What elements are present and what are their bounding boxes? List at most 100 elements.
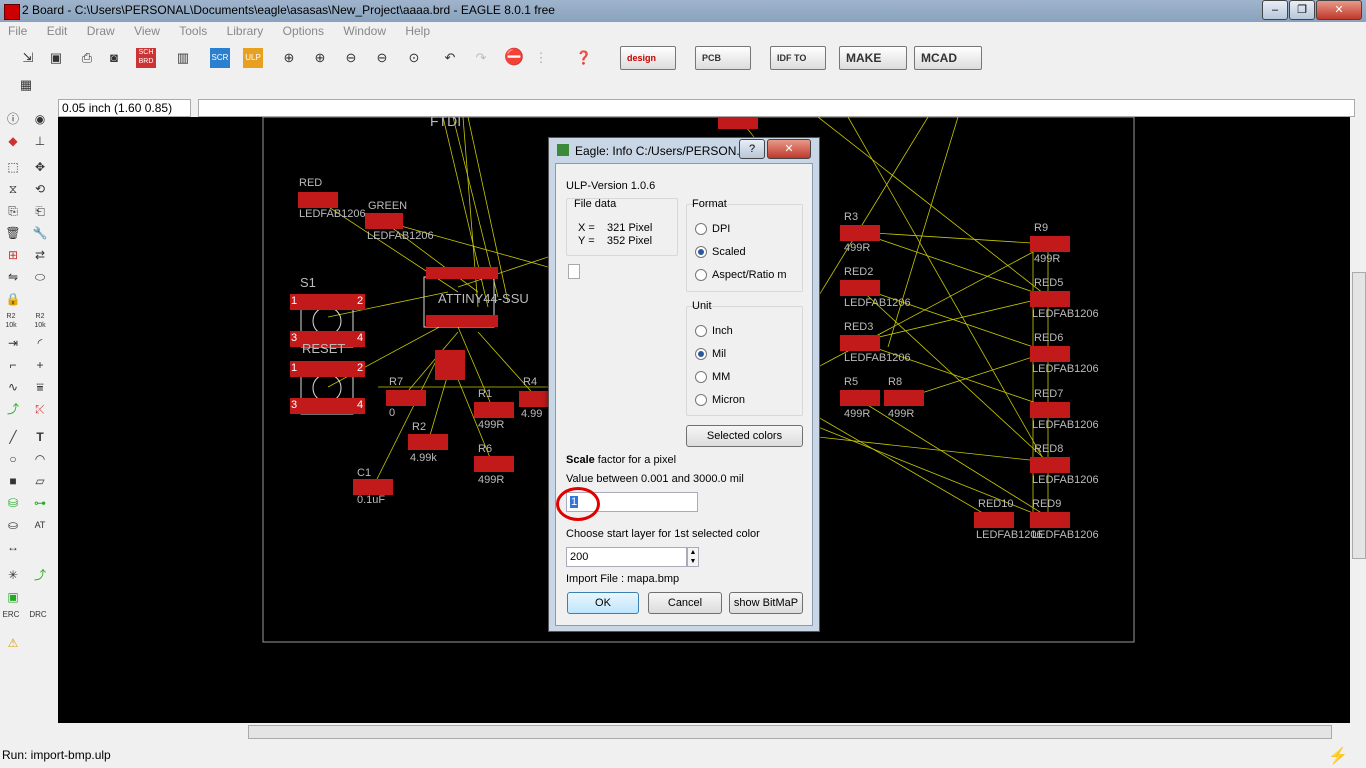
- rectangle-icon[interactable]: ■: [4, 472, 22, 490]
- ok-button[interactable]: OK: [567, 592, 639, 614]
- show-bitmap-button[interactable]: show BitMaP: [729, 592, 803, 614]
- menu-help[interactable]: Help: [397, 22, 438, 38]
- delete-icon[interactable]: 🗑: [4, 224, 22, 242]
- paste-icon[interactable]: ⎗: [31, 202, 49, 220]
- wrench-icon[interactable]: 🔧: [31, 224, 49, 242]
- horizontal-scrollbar[interactable]: [58, 723, 1350, 740]
- autorouter-icon[interactable]: ⤴: [31, 566, 49, 584]
- rotate-icon[interactable]: ⟲: [31, 180, 49, 198]
- layers-icon[interactable]: ◆: [4, 132, 22, 150]
- unit-inch-radio[interactable]: [695, 325, 707, 337]
- dialog-help-button[interactable]: ?: [739, 139, 765, 159]
- grid-icon[interactable]: ▦: [16, 75, 36, 95]
- pcb-quote-button[interactable]: PCB QUOTE: [695, 46, 751, 85]
- start-layer-spinner[interactable]: ▲ ▼: [687, 547, 699, 567]
- route-icon[interactable]: ⤴: [4, 400, 22, 418]
- menu-draw[interactable]: Draw: [79, 22, 123, 38]
- cam-icon[interactable]: ◙: [104, 48, 124, 68]
- lock-icon[interactable]: 🔒: [4, 290, 22, 308]
- info-icon[interactable]: ⓘ: [4, 110, 22, 128]
- meander-icon[interactable]: ∿: [4, 378, 22, 396]
- menu-tools[interactable]: Tools: [171, 22, 215, 38]
- mirror-icon[interactable]: ⧖: [4, 180, 22, 198]
- dimension-icon[interactable]: ↔: [4, 538, 22, 556]
- swap-icon[interactable]: ⇋: [4, 268, 22, 286]
- signal-icon[interactable]: ⊶: [31, 494, 49, 512]
- mark-icon[interactable]: ⊥: [31, 132, 49, 150]
- warning-icon[interactable]: ⚠: [4, 634, 22, 652]
- ulp-button[interactable]: ULP: [243, 48, 263, 68]
- save-icon[interactable]: ▣: [46, 48, 66, 68]
- copy-icon[interactable]: ⎘: [4, 202, 22, 220]
- format-dpi-radio[interactable]: [695, 223, 707, 235]
- start-layer-input[interactable]: 200: [566, 547, 687, 567]
- layout-icon[interactable]: ▣: [4, 588, 22, 606]
- hole-icon[interactable]: ⛀: [4, 516, 22, 534]
- name-tool[interactable]: R2 10k: [2, 312, 20, 330]
- library-icon[interactable]: ▥: [173, 48, 193, 68]
- unit-micron-radio[interactable]: [695, 394, 707, 406]
- optimize-icon[interactable]: +: [31, 356, 49, 374]
- smash-icon[interactable]: ⬭: [31, 268, 49, 286]
- menu-library[interactable]: Library: [219, 22, 272, 38]
- select-icon[interactable]: ⬚: [4, 158, 22, 176]
- command-line-input[interactable]: [198, 99, 1355, 117]
- line-icon[interactable]: ╱: [4, 428, 22, 446]
- selected-colors-button[interactable]: Selected colors: [686, 425, 803, 447]
- attribute-icon[interactable]: AT: [31, 516, 49, 534]
- print-icon[interactable]: ⎙: [77, 48, 97, 68]
- horizontal-scroll-thumb[interactable]: [248, 725, 1332, 739]
- zoom-redraw-icon[interactable]: ⊖: [372, 48, 392, 68]
- zoom-out-icon[interactable]: ⊖: [341, 48, 361, 68]
- menu-edit[interactable]: Edit: [39, 22, 76, 38]
- sch-brd-button[interactable]: SCH BRD: [136, 48, 156, 68]
- go-icon[interactable]: ⋮: [531, 48, 551, 68]
- align-icon[interactable]: ⩸: [31, 378, 49, 396]
- polygon-icon[interactable]: ▱: [31, 472, 49, 490]
- minimize-button[interactable]: –: [1262, 0, 1288, 20]
- menu-file[interactable]: File: [0, 22, 35, 38]
- idf-to-3d-button[interactable]: IDF TO 3D: [770, 46, 826, 85]
- via-icon[interactable]: ⛁: [4, 494, 22, 512]
- zoom-in-icon[interactable]: ⊕: [310, 48, 330, 68]
- bend-icon[interactable]: ⌐: [4, 356, 22, 374]
- unit-mil-radio[interactable]: [695, 348, 707, 360]
- make-button[interactable]: MAKE: [839, 46, 907, 70]
- unit-mm-radio[interactable]: [695, 371, 707, 383]
- redo-icon[interactable]: ↷: [471, 48, 491, 68]
- format-scaled-radio[interactable]: [695, 246, 707, 258]
- erc-button[interactable]: ERC: [2, 610, 20, 628]
- move-icon[interactable]: ✥: [31, 158, 49, 176]
- add-icon[interactable]: ⊞: [4, 246, 22, 264]
- text-icon[interactable]: T: [31, 428, 49, 446]
- scr-button[interactable]: SCR: [210, 48, 230, 68]
- help-icon[interactable]: ❓: [574, 48, 594, 68]
- undo-icon[interactable]: ↶: [440, 48, 460, 68]
- design-link-button[interactable]: design link: [620, 46, 676, 85]
- miter-icon[interactable]: ◜: [31, 334, 49, 352]
- mcad-button[interactable]: MCAD: [914, 46, 982, 70]
- stop-icon[interactable]: ⛔: [504, 48, 524, 68]
- close-window-button[interactable]: ✕: [1316, 0, 1362, 20]
- dialog-close-button[interactable]: ✕: [767, 139, 811, 159]
- arc-icon[interactable]: ◠: [31, 450, 49, 468]
- replace-icon[interactable]: ⇄: [31, 246, 49, 264]
- ratsnest-icon[interactable]: ✳: [4, 566, 22, 584]
- vertical-scrollbar[interactable]: [1350, 117, 1366, 723]
- format-aspect-radio[interactable]: [695, 269, 707, 281]
- zoom-select-icon[interactable]: ⊙: [404, 48, 424, 68]
- menu-window[interactable]: Window: [335, 22, 394, 38]
- open-icon[interactable]: ⇲: [18, 48, 38, 68]
- circle-icon[interactable]: ○: [4, 450, 22, 468]
- menu-options[interactable]: Options: [275, 22, 332, 38]
- split-icon[interactable]: ⇥: [4, 334, 22, 352]
- drc-button[interactable]: DRC: [29, 610, 47, 628]
- show-icon[interactable]: ◉: [31, 110, 49, 128]
- menu-view[interactable]: View: [126, 22, 168, 38]
- value-tool[interactable]: R2 10k: [31, 312, 49, 330]
- vertical-scroll-thumb[interactable]: [1352, 272, 1366, 559]
- maximize-button[interactable]: ❐: [1289, 0, 1315, 20]
- zoom-fit-icon[interactable]: ⊕: [279, 48, 299, 68]
- ripup-icon[interactable]: ⤪: [31, 400, 49, 418]
- cancel-button[interactable]: Cancel: [648, 592, 722, 614]
